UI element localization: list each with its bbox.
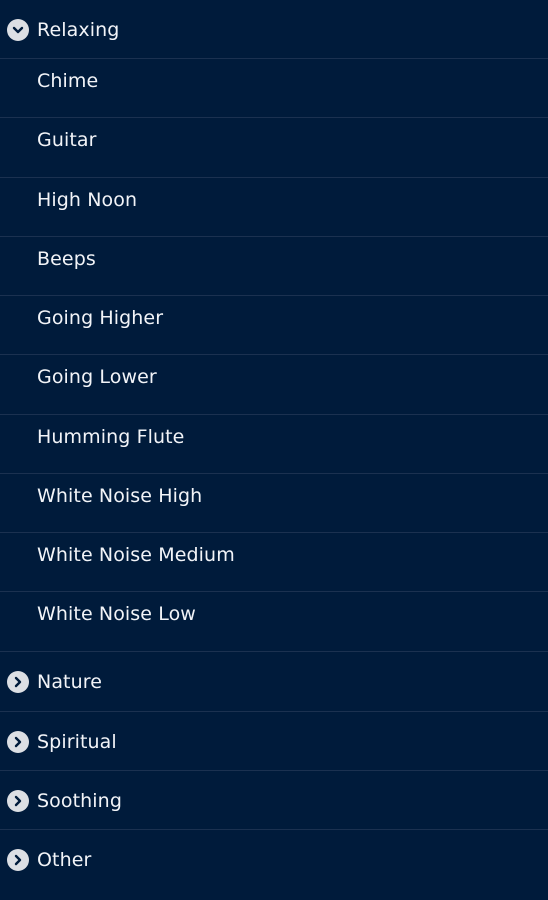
list-item-guitar[interactable]: Guitar <box>0 118 548 178</box>
group-label-other: Other <box>37 849 92 871</box>
list-item-going-lower[interactable]: Going Lower <box>0 355 548 415</box>
chevron-right-icon <box>7 731 29 753</box>
sound-category-list: Relaxing Chime Guitar High Noon Beeps Go… <box>0 0 548 900</box>
group-header-nature[interactable]: Nature <box>0 652 548 712</box>
list-item-label: Chime <box>37 70 99 92</box>
list-item-white-noise-high[interactable]: White Noise High <box>0 474 548 533</box>
list-item-going-higher[interactable]: Going Higher <box>0 296 548 355</box>
group-label-nature: Nature <box>37 671 103 693</box>
list-item-white-noise-low[interactable]: White Noise Low <box>0 592 548 652</box>
list-item-label: High Noon <box>37 189 138 211</box>
list-item-high-noon[interactable]: High Noon <box>0 178 548 237</box>
list-item-beeps[interactable]: Beeps <box>0 237 548 296</box>
list-item-label: Humming Flute <box>37 426 185 448</box>
list-item-label: Guitar <box>37 129 97 151</box>
chevron-right-icon <box>7 671 29 693</box>
list-item-label: White Noise Medium <box>37 544 235 566</box>
chevron-right-icon <box>7 849 29 871</box>
list-item-label: White Noise Low <box>37 603 196 625</box>
list-item-label: Going Lower <box>37 366 157 388</box>
group-label-spiritual: Spiritual <box>37 731 117 753</box>
list-item-label: White Noise High <box>37 485 203 507</box>
list-item-label: Beeps <box>37 248 96 270</box>
group-header-other[interactable]: Other <box>0 830 548 890</box>
group-header-relaxing[interactable]: Relaxing <box>0 0 548 59</box>
list-item-chime[interactable]: Chime <box>0 59 548 118</box>
group-label-soothing: Soothing <box>37 790 122 812</box>
list-item-white-noise-medium[interactable]: White Noise Medium <box>0 533 548 592</box>
group-label-relaxing: Relaxing <box>37 19 120 41</box>
group-header-soothing[interactable]: Soothing <box>0 771 548 830</box>
group-header-spiritual[interactable]: Spiritual <box>0 712 548 771</box>
chevron-down-icon <box>7 19 29 41</box>
list-item-humming-flute[interactable]: Humming Flute <box>0 415 548 474</box>
list-item-label: Going Higher <box>37 307 164 329</box>
chevron-right-icon <box>7 790 29 812</box>
